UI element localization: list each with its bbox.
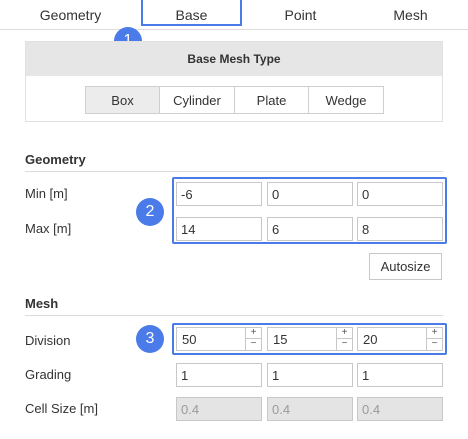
division-z-value[interactable]: 20 [363, 332, 377, 347]
cell-size-z-input [357, 397, 443, 421]
min-y-input[interactable] [267, 182, 353, 206]
mesh-section-title: Mesh [25, 296, 59, 311]
division-x-stepper[interactable]: 50 + − [176, 327, 262, 351]
autosize-button[interactable]: Autosize [369, 253, 442, 280]
tab-point[interactable]: Point [250, 0, 351, 28]
step-badge-2: 2 [136, 198, 164, 226]
max-x-input[interactable] [176, 217, 262, 241]
tab-geometry[interactable]: Geometry [20, 0, 121, 28]
min-label: Min [m] [25, 186, 68, 201]
division-label: Division [25, 333, 71, 348]
grading-x-input[interactable] [176, 363, 262, 387]
division-x-spin: + − [245, 328, 261, 350]
min-z-input[interactable] [357, 182, 443, 206]
min-x-input[interactable] [176, 182, 262, 206]
division-y-spin: + − [336, 328, 352, 350]
grading-y-input[interactable] [267, 363, 353, 387]
mesh-type-wedge-button[interactable]: Wedge [308, 86, 384, 114]
division-z-spin: + − [426, 328, 442, 350]
step-badge-3: 3 [136, 325, 164, 353]
base-mesh-type-panel: Base Mesh Type Box Cylinder Plate Wedge [25, 41, 443, 122]
tab-highlight [141, 0, 242, 26]
division-y-value[interactable]: 15 [273, 332, 287, 347]
division-z-stepper[interactable]: 20 + − [357, 327, 443, 351]
cell-size-x-input [176, 397, 262, 421]
decrement-button[interactable]: − [246, 339, 261, 350]
cell-size-y-input [267, 397, 353, 421]
grading-z-input[interactable] [357, 363, 443, 387]
mesh-section-divider [25, 315, 443, 316]
tab-bar-divider [0, 29, 468, 30]
max-y-input[interactable] [267, 217, 353, 241]
cell-size-label: Cell Size [m] [25, 401, 98, 416]
panel-title: Base Mesh Type [26, 42, 442, 76]
geometry-section-title: Geometry [25, 152, 86, 167]
decrement-button[interactable]: − [427, 339, 442, 350]
decrement-button[interactable]: − [337, 339, 352, 350]
geometry-section-divider [25, 171, 443, 172]
division-x-value[interactable]: 50 [182, 332, 196, 347]
mesh-type-cylinder-button[interactable]: Cylinder [159, 86, 235, 114]
division-y-stepper[interactable]: 15 + − [267, 327, 353, 351]
mesh-type-box-button[interactable]: Box [85, 86, 160, 114]
max-label: Max [m] [25, 221, 72, 236]
max-z-input[interactable] [357, 217, 443, 241]
tab-mesh[interactable]: Mesh [360, 0, 461, 28]
mesh-type-plate-button[interactable]: Plate [234, 86, 309, 114]
grading-label: Grading [25, 367, 72, 382]
